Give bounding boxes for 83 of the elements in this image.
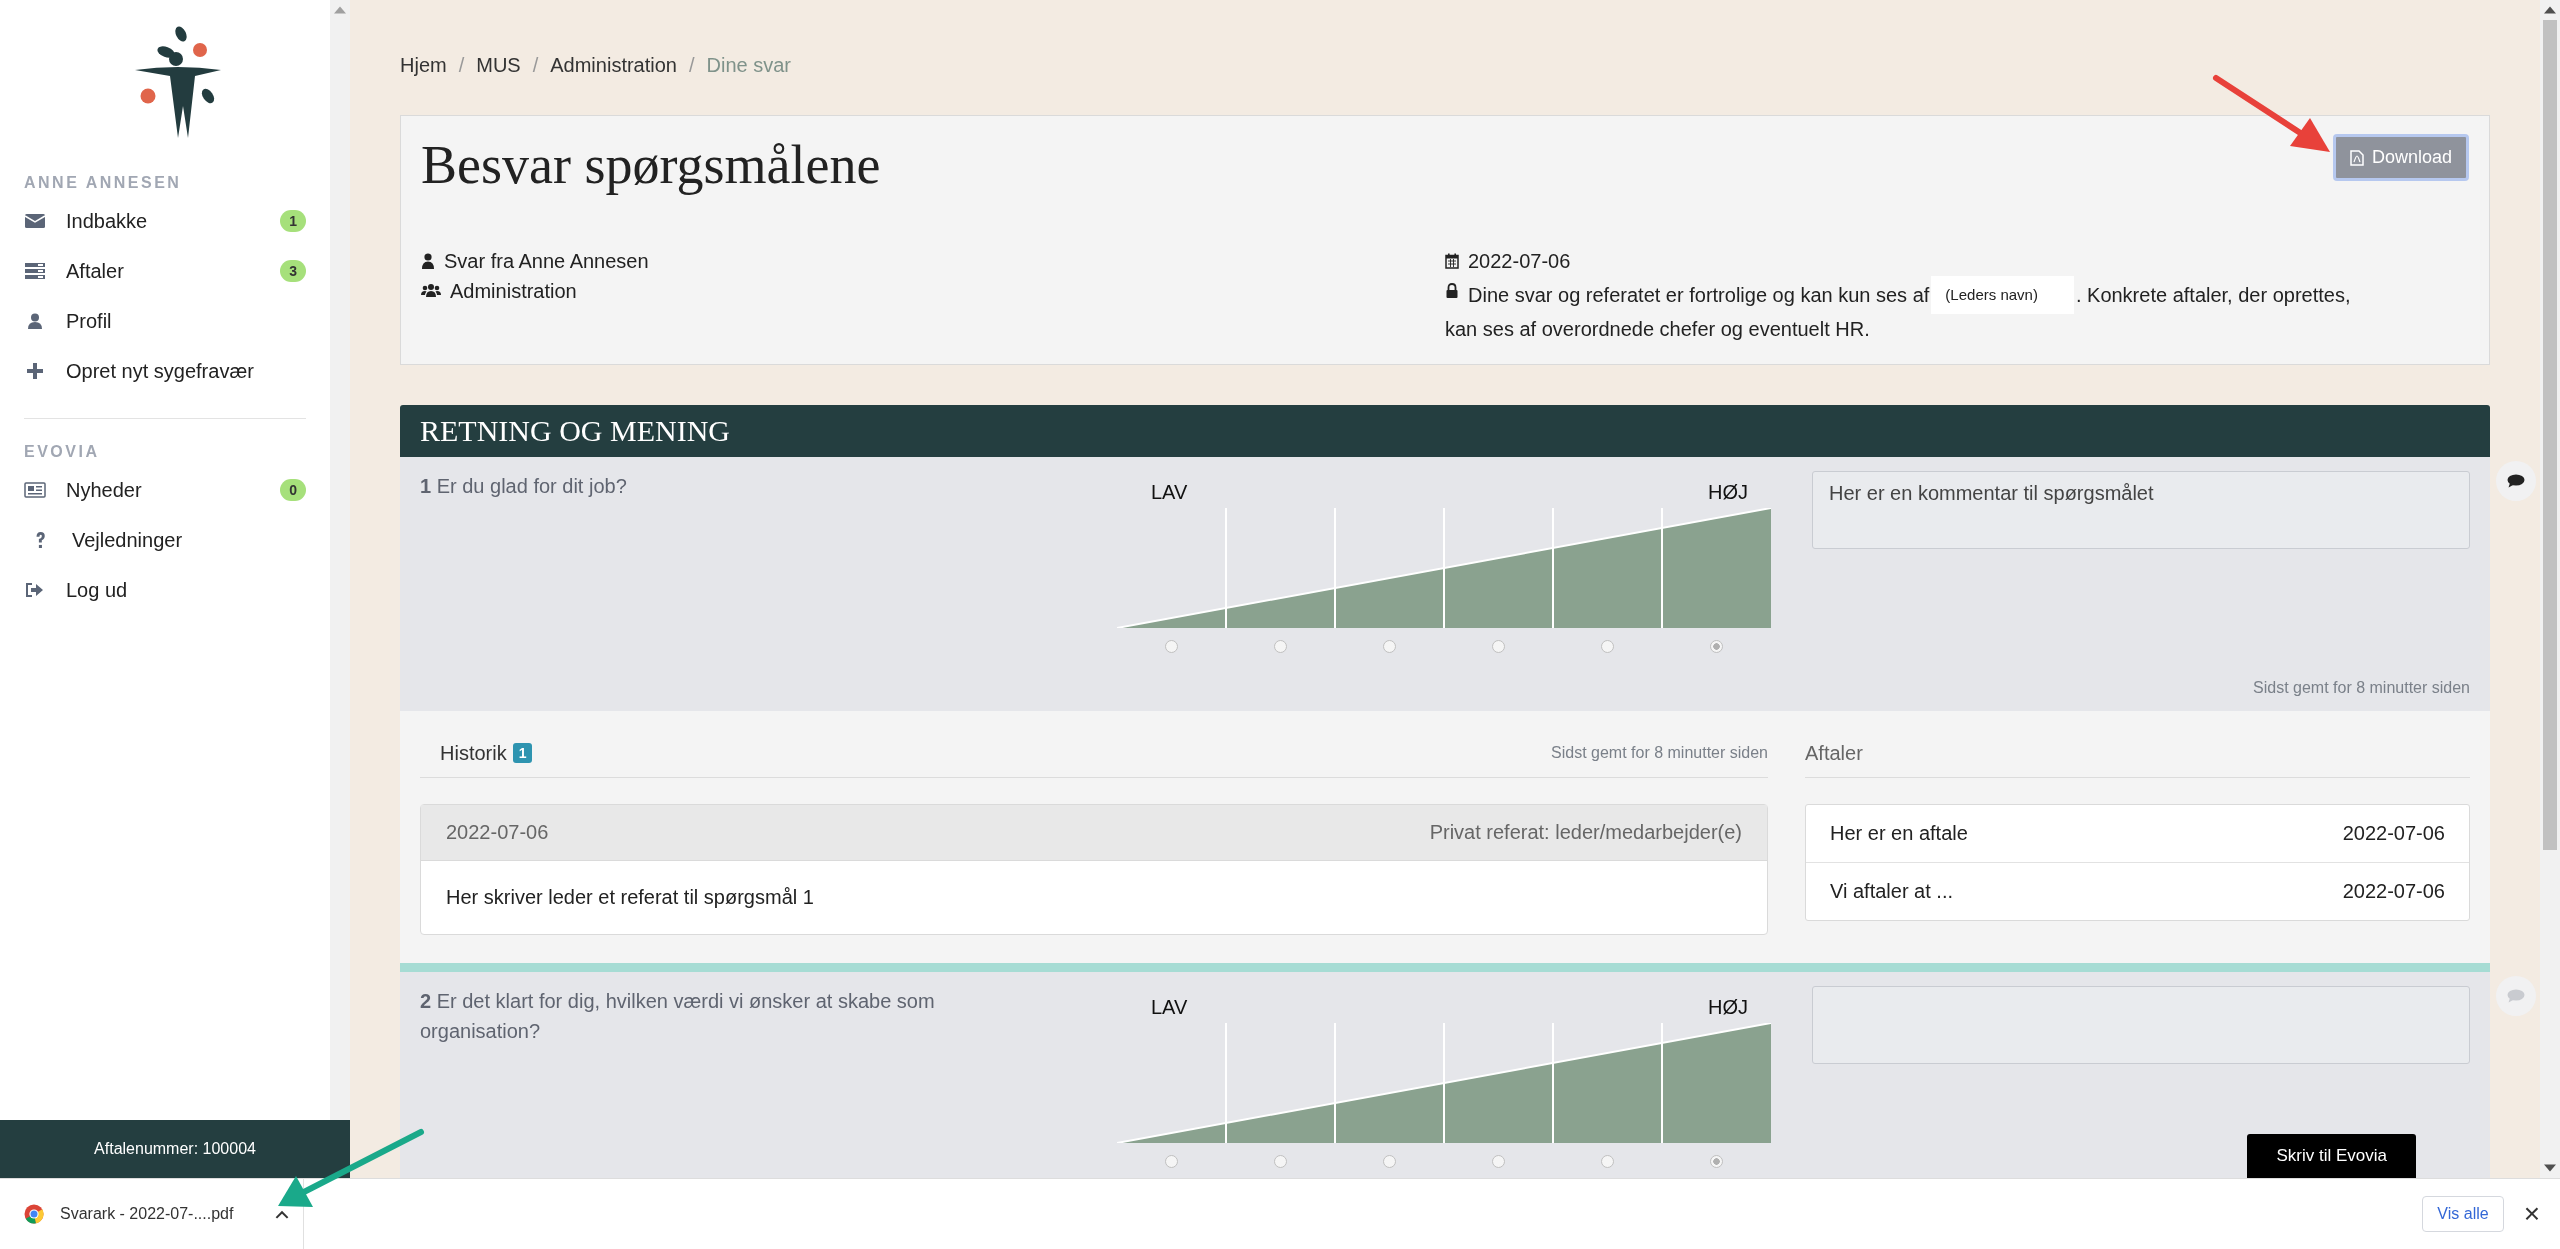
scroll-arrow-icon[interactable] (2544, 1164, 2556, 1172)
question-text: 1 Er du glad for dit job? (420, 474, 628, 499)
privacy-text: Dine svar og referatet er fortrolige og kan kun ses af (1468, 283, 1930, 308)
section-header: RETNING OG MENING (400, 405, 2490, 457)
agreement-number: Aftalenummer: 100004 (0, 1120, 350, 1178)
calendar-icon (1445, 253, 1459, 269)
sidebar-item[interactable]: Log ud (0, 565, 330, 615)
history-tab[interactable]: Historik (440, 741, 507, 765)
saved-note: Sidst gemt for 8 minutter siden (1551, 744, 1768, 762)
count-badge: 3 (280, 260, 306, 282)
rating-radio[interactable] (1274, 1155, 1287, 1168)
comment-field[interactable] (1812, 986, 2470, 1064)
breadcrumb-separator: / (688, 54, 695, 77)
agreement-date: 2022-07-06 (2342, 880, 2445, 903)
rating-radio[interactable] (1274, 640, 1287, 653)
count-badge: 0 (280, 479, 306, 501)
user-icon (421, 253, 435, 269)
rating-radio[interactable] (1492, 1155, 1505, 1168)
rating-radio[interactable] (1383, 1155, 1396, 1168)
agreement-date: 2022-07-06 (2342, 822, 2445, 845)
browser-icon (24, 1204, 44, 1224)
scale-label: LAV (1151, 481, 1188, 504)
scroll-arrow-icon[interactable] (2544, 6, 2556, 14)
entry-type: Privat referat: leder/medarbejder(e) (1429, 821, 1742, 844)
scale-label: LAV (1151, 996, 1188, 1019)
rating-radio[interactable] (1492, 640, 1505, 653)
caret-icon (275, 1209, 289, 1219)
rating-radio[interactable] (1710, 1155, 1723, 1168)
rating-radio[interactable] (1383, 640, 1396, 653)
download-item[interactable]: Svarark - 2022-07-....pdf (24, 1204, 289, 1224)
pdf-icon (2349, 149, 2364, 166)
chat-button[interactable]: Skriv til Evovia (2247, 1134, 2416, 1178)
scale-label: HØJ (1708, 996, 1748, 1019)
comment-toggle[interactable] (2496, 461, 2536, 501)
rating-radio[interactable] (1165, 1155, 1178, 1168)
rating-radio[interactable] (1710, 640, 1723, 653)
chat-icon (2507, 474, 2525, 488)
sidebar-heading: ANNE ANNESEN (23, 174, 183, 193)
privacy-text: kan ses af overordnede chefer og eventuelt HR. (1445, 317, 1870, 342)
rating-radio[interactable] (1165, 640, 1178, 653)
leader-name-field: (Leders navn) (1931, 276, 2074, 314)
show-all-button[interactable]: Vis alle (2422, 1196, 2504, 1232)
entry-text: Her skriver leder et referat til spørgsmål 1 (445, 885, 815, 910)
rating-radio[interactable] (1601, 640, 1614, 653)
chat-icon (2507, 989, 2525, 1003)
breadcrumb-link[interactable]: MUS (476, 54, 521, 77)
sidebar-heading: EVOVIA (23, 443, 101, 462)
comment-toggle[interactable] (2496, 976, 2536, 1016)
agreement-text: Vi aftaler at ... (1830, 880, 1954, 903)
breadcrumb-separator: / (532, 54, 539, 77)
scrollbar[interactable] (330, 0, 350, 1120)
sidebar-item[interactable]: Vejledninger (0, 515, 330, 565)
agreements-heading: Aftaler (1805, 741, 1863, 765)
privacy-text: . Konkrete aftaler, der oprettes, (2075, 283, 2351, 308)
count-badge: 1 (512, 743, 533, 763)
close-button[interactable]: × (2517, 1197, 2546, 1231)
agreement-text: Her er en aftale (1830, 822, 1968, 845)
sidebar-item[interactable]: Nyheder 0 (0, 465, 330, 515)
plus-icon (24, 363, 46, 379)
scrollbar[interactable] (2540, 0, 2560, 1178)
breadcrumb-link[interactable]: Administration (550, 54, 677, 77)
page-title: Besvar spørgsmålene (421, 134, 881, 196)
comment-field[interactable]: Her er en kommentar til spørgsmålet (1812, 471, 2470, 549)
breadcrumb-separator: / (458, 54, 465, 77)
newspaper-icon (24, 482, 46, 498)
sidebar-item[interactable]: Opret nyt sygefravær (0, 346, 330, 396)
rating-radio[interactable] (1601, 1155, 1614, 1168)
envelope-icon (24, 213, 46, 229)
users-icon (421, 283, 441, 299)
breadcrumb-link[interactable]: Hjem (400, 54, 447, 77)
sidebar-item[interactable]: Indbakke 1 (0, 196, 330, 246)
saved-note: Sidst gemt for 8 minutter siden (2252, 679, 2470, 697)
respondent-text: Svar fra Anne Annesen (444, 249, 649, 274)
list-icon (24, 263, 46, 279)
department-text: Administration (450, 279, 577, 304)
scale-label: HØJ (1708, 481, 1748, 504)
sidebar-item[interactable]: Aftaler 3 (0, 246, 330, 296)
count-badge: 1 (280, 210, 306, 232)
lock-icon (1445, 283, 1459, 299)
entry-date: 2022-07-06 (446, 821, 549, 844)
sidebar-item[interactable]: Profil (0, 296, 330, 346)
question-text: 2 Er det klart for dig, hvilken værdi vi ønsker at skabe som organisation? (420, 989, 936, 1044)
date-text: 2022-07-06 (1468, 249, 1571, 274)
